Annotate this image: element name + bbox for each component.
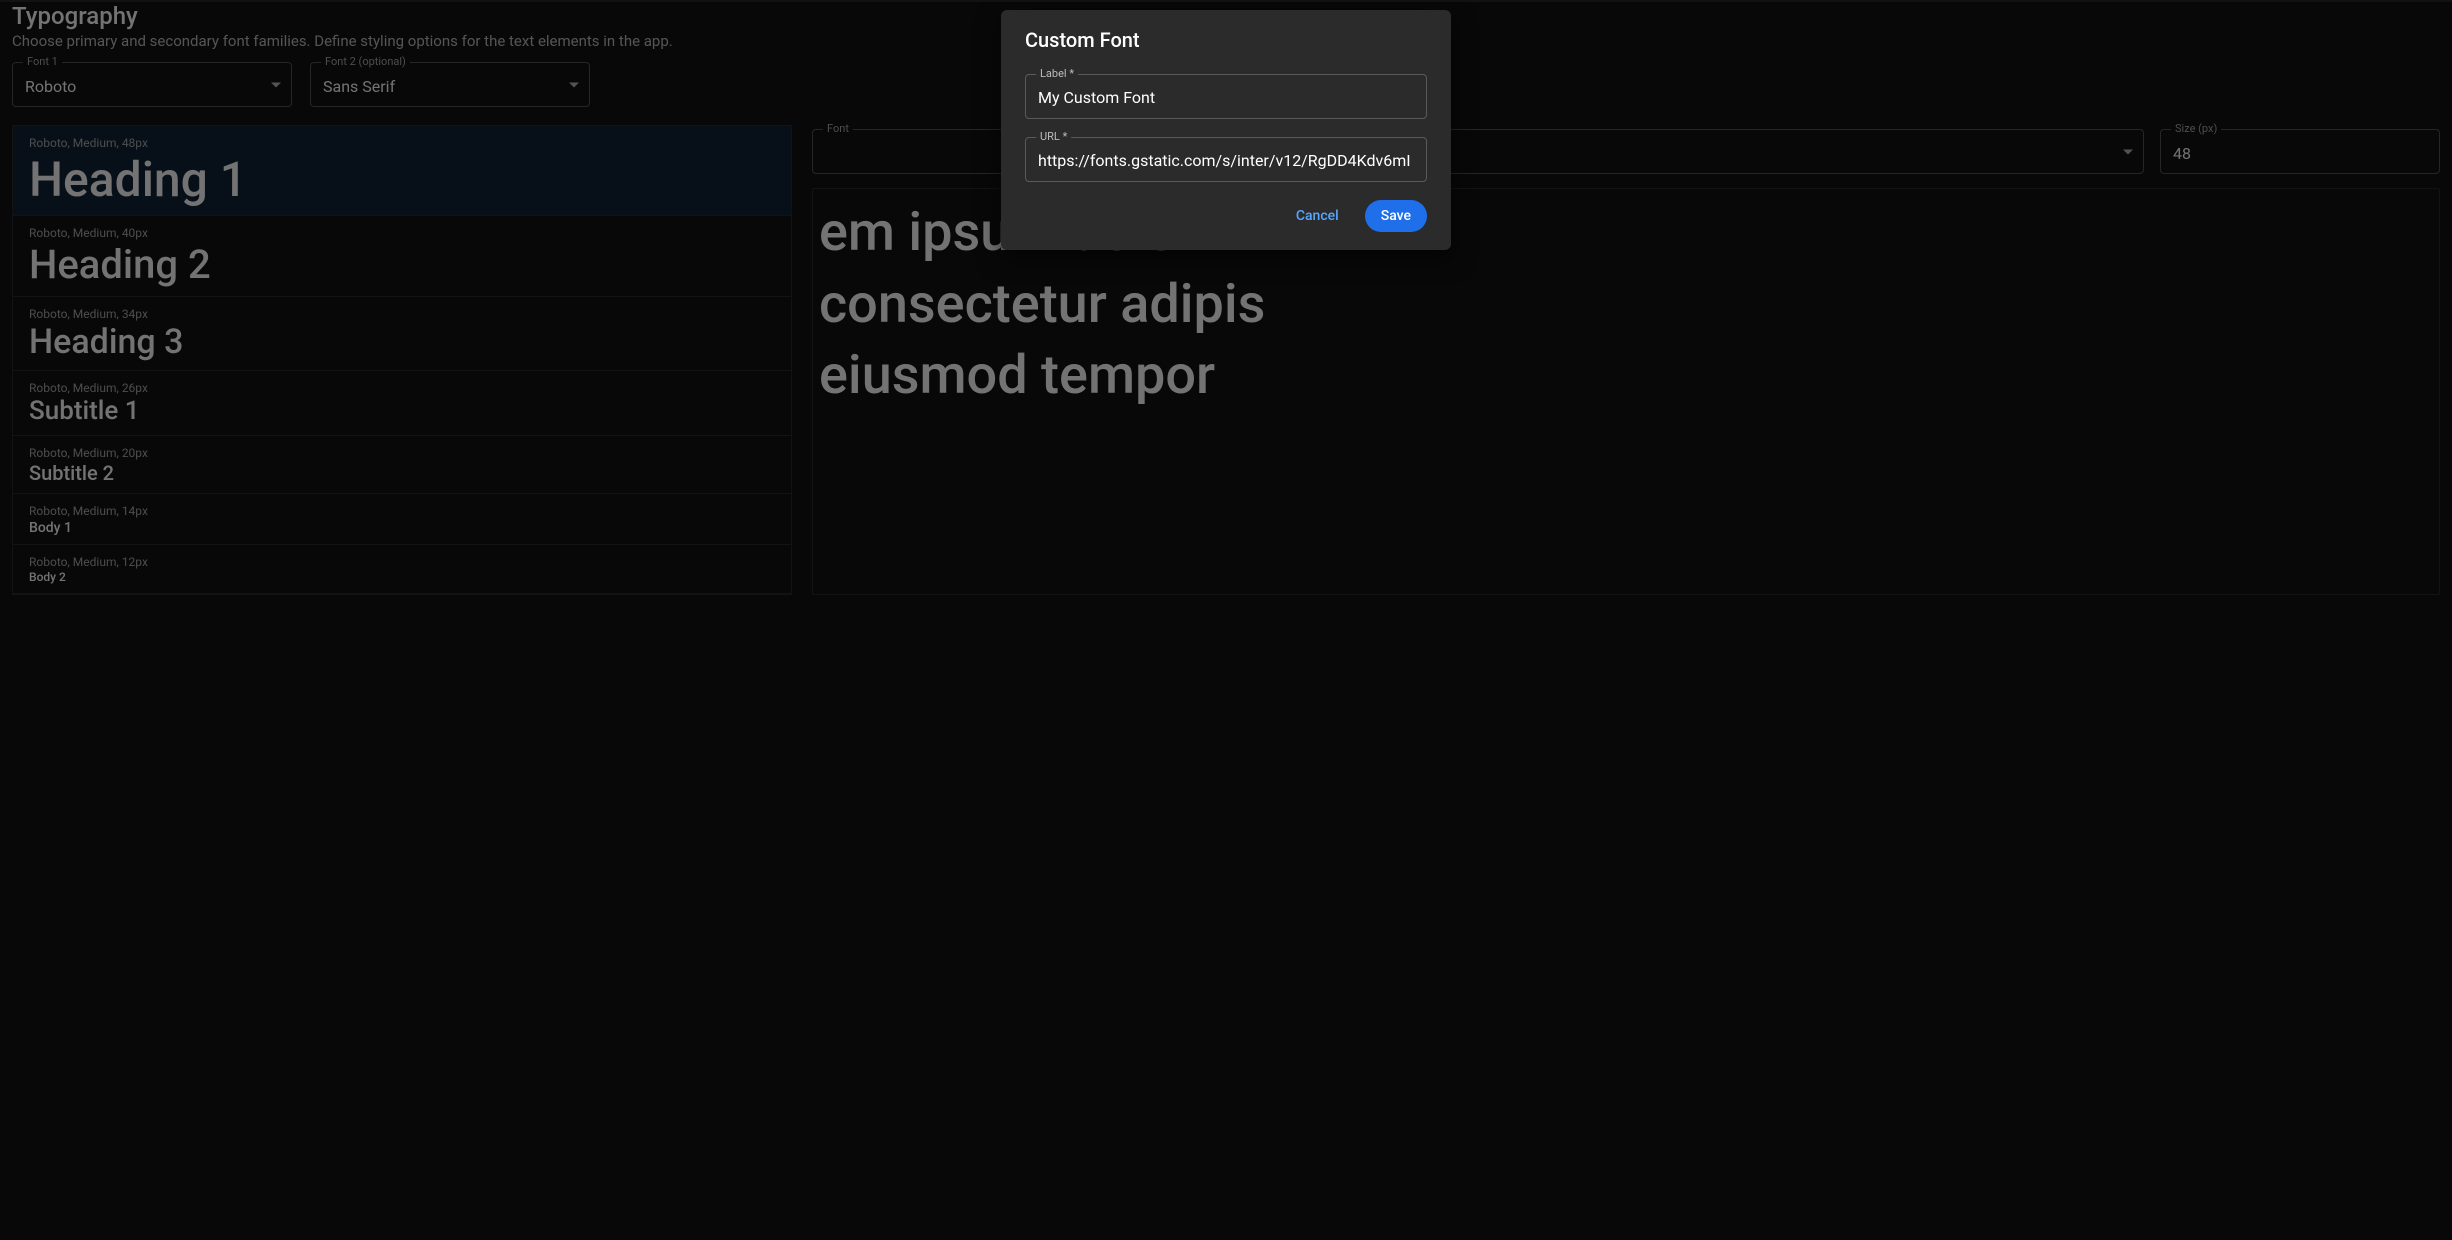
cancel-button[interactable]: Cancel (1280, 200, 1355, 232)
url-input[interactable] (1026, 138, 1426, 181)
custom-font-dialog: Custom Font Label * URL * Cancel Save (1001, 10, 1451, 250)
label-field[interactable]: Label * (1025, 74, 1427, 119)
label-field-label: Label * (1036, 67, 1078, 80)
save-button[interactable]: Save (1365, 200, 1427, 232)
label-input[interactable] (1026, 75, 1426, 118)
url-field[interactable]: URL * (1025, 137, 1427, 182)
dialog-title: Custom Font (1025, 28, 1427, 52)
url-field-label: URL * (1036, 130, 1071, 143)
